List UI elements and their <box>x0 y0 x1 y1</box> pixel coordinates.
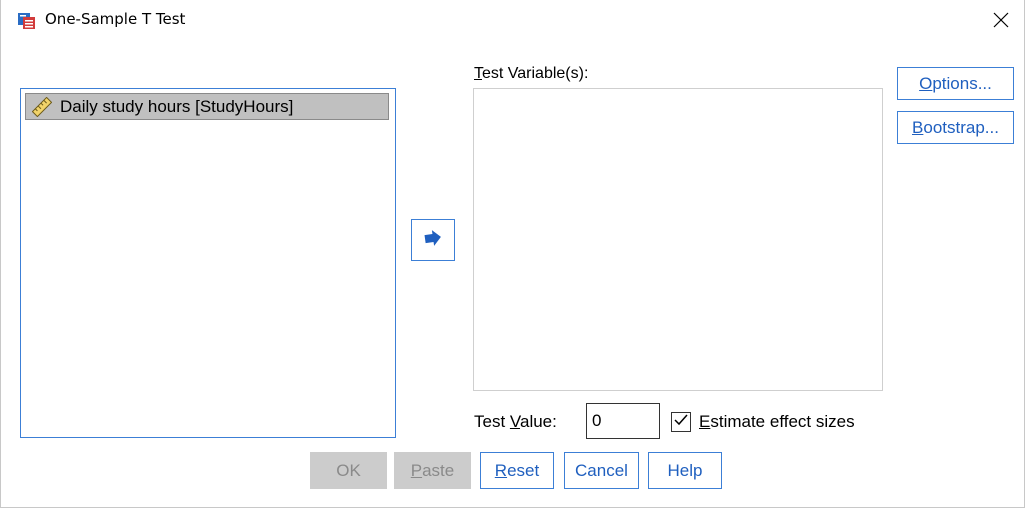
ok-button[interactable]: OK <box>310 452 387 489</box>
reset-button[interactable]: Reset <box>480 452 554 489</box>
options-button[interactable]: Options... <box>897 67 1014 100</box>
test-variables-label: Test Variable(s): <box>474 65 589 82</box>
list-item-studyhours[interactable]: Daily study hours [StudyHours] <box>25 93 389 120</box>
move-variable-button[interactable] <box>411 219 455 261</box>
help-button[interactable]: Help <box>648 452 722 489</box>
test-value-field[interactable]: 0 <box>586 403 660 439</box>
checkmark-icon <box>673 412 689 433</box>
close-icon[interactable] <box>978 0 1024 40</box>
source-variable-list[interactable]: Daily study hours [StudyHours] <box>20 88 396 438</box>
test-value-label: Test Value: <box>474 412 557 431</box>
estimate-effect-sizes-checkbox[interactable] <box>671 412 691 432</box>
estimate-effect-sizes-label[interactable]: Estimate effect sizes <box>699 412 855 432</box>
scale-ruler-icon <box>31 96 53 117</box>
cancel-button[interactable]: Cancel <box>564 452 639 489</box>
arrow-right-icon <box>423 229 443 252</box>
list-item-label: Daily study hours [StudyHours] <box>60 96 294 116</box>
one-sample-t-test-dialog: One-Sample T Test Daily study hours [Stu… <box>0 0 1025 508</box>
bootstrap-button[interactable]: Bootstrap... <box>897 111 1014 144</box>
spss-dialog-icon <box>17 10 37 30</box>
paste-button[interactable]: Paste <box>394 452 471 489</box>
window-title: One-Sample T Test <box>45 10 186 28</box>
title-bar[interactable]: One-Sample T Test <box>1 0 1024 40</box>
test-variables-list[interactable] <box>473 88 883 391</box>
